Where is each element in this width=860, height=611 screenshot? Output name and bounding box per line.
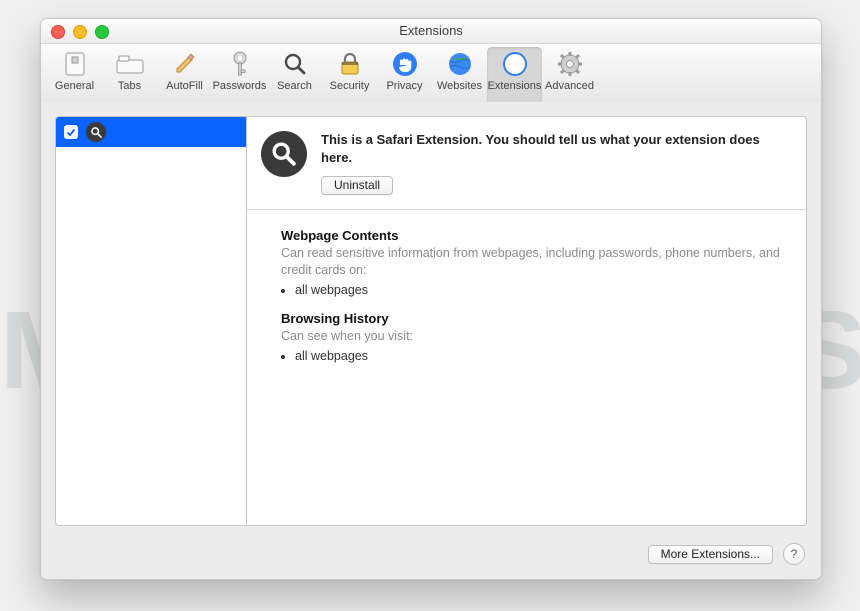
extensions-sidebar (55, 116, 246, 526)
tabs-icon (115, 49, 145, 79)
permissions-heading-webpage-contents: Webpage Contents (281, 228, 784, 243)
window-body: This is a Safari Extension. You should t… (41, 102, 821, 579)
tab-security[interactable]: Security (322, 47, 377, 105)
security-lock-icon (335, 49, 365, 79)
preferences-window: Extensions General Tabs (40, 18, 822, 580)
advanced-gear-icon (555, 49, 585, 79)
window-title: Extensions (41, 23, 821, 38)
uninstall-button[interactable]: Uninstall (321, 176, 393, 195)
tab-websites[interactable]: Websites (432, 47, 487, 105)
permissions-subtext: Can read sensitive information from webp… (281, 245, 784, 279)
general-icon (60, 49, 90, 79)
extension-enabled-checkbox[interactable] (64, 125, 78, 139)
permissions-item: all webpages (295, 283, 784, 297)
tab-tabs[interactable]: Tabs (102, 47, 157, 105)
passwords-key-icon (225, 49, 255, 79)
autofill-pencil-icon (170, 49, 200, 79)
magnifier-icon (86, 122, 106, 142)
more-extensions-button[interactable]: More Extensions... (648, 545, 773, 564)
permissions-heading-browsing-history: Browsing History (281, 311, 784, 326)
tab-privacy[interactable]: Privacy (377, 47, 432, 105)
websites-globe-icon (445, 49, 475, 79)
magnifier-icon (261, 131, 307, 177)
extensions-compass-icon (500, 49, 530, 79)
permissions-item: all webpages (295, 349, 784, 363)
preferences-toolbar: General Tabs AutoFill Pass (41, 44, 821, 106)
tab-search[interactable]: Search (267, 47, 322, 105)
extension-description: This is a Safari Extension. You should t… (321, 131, 788, 166)
permissions-block: Webpage Contents Can read sensitive info… (247, 210, 806, 387)
tab-advanced[interactable]: Advanced (542, 47, 597, 105)
tab-autofill[interactable]: AutoFill (157, 47, 212, 105)
footer: More Extensions... ? (648, 543, 805, 565)
privacy-hand-icon (390, 49, 420, 79)
tab-passwords[interactable]: Passwords (212, 47, 267, 105)
extension-description-block: This is a Safari Extension. You should t… (247, 117, 806, 210)
extension-detail-panel: This is a Safari Extension. You should t… (246, 116, 807, 526)
help-button[interactable]: ? (783, 543, 805, 565)
tab-extensions[interactable]: Extensions (487, 47, 542, 105)
search-icon (280, 49, 310, 79)
permissions-subtext: Can see when you visit: (281, 328, 784, 345)
titlebar: Extensions (41, 19, 821, 44)
extension-row[interactable] (56, 117, 246, 147)
tab-general[interactable]: General (47, 47, 102, 105)
